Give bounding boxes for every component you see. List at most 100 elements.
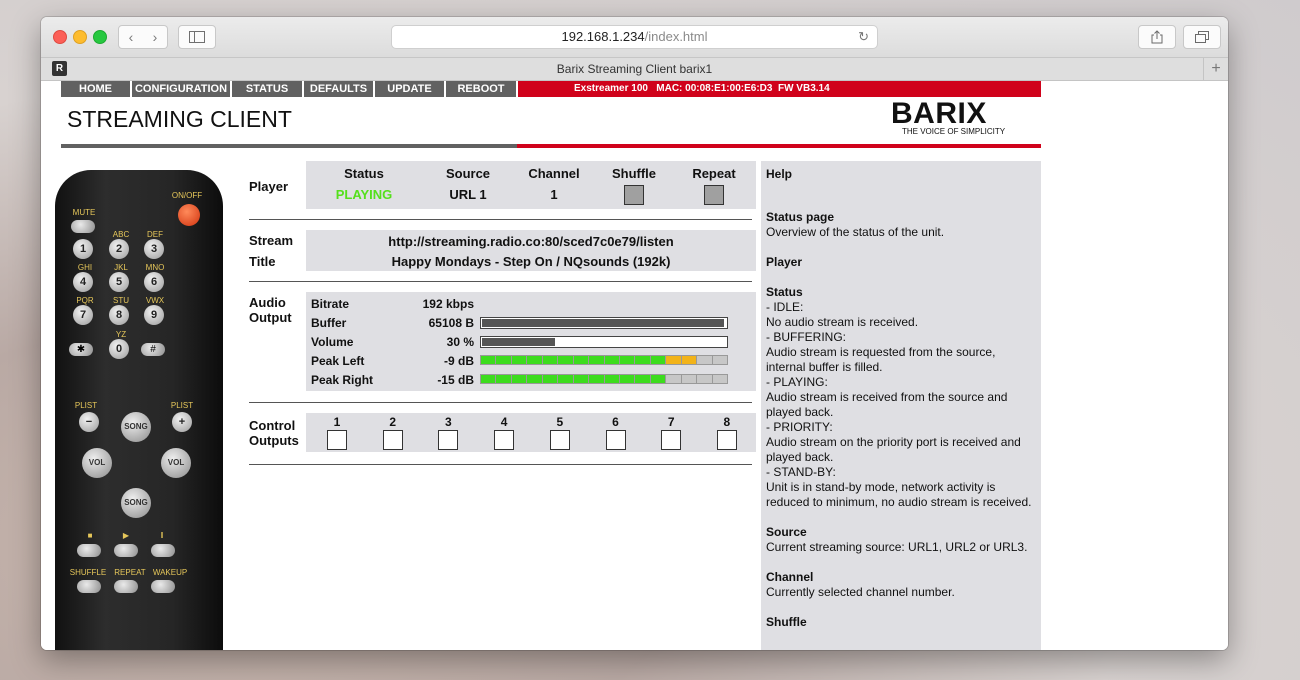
repeat-indicator bbox=[704, 185, 724, 205]
meter-segment bbox=[666, 375, 681, 383]
meter-segment bbox=[697, 375, 712, 383]
audio-label-line1: Audio bbox=[249, 295, 286, 310]
buffer-label: Buffer bbox=[311, 316, 347, 330]
barix-logo: BARIX THE VOICE OF SIMPLICITY bbox=[891, 97, 1021, 137]
volume-label: Volume bbox=[311, 335, 354, 349]
meter-segment bbox=[681, 375, 697, 383]
remote-key-3: 3 bbox=[144, 239, 164, 259]
remote-key-0: 0 bbox=[109, 339, 129, 359]
help-channel-heading: Channel bbox=[766, 570, 814, 584]
volume-bar-fill bbox=[482, 338, 555, 346]
peak-left-label: Peak Left bbox=[311, 354, 365, 368]
forward-button[interactable]: › bbox=[143, 25, 168, 49]
menu-defaults[interactable]: DEFAULTS bbox=[304, 81, 375, 97]
control-output-label-6: 6 bbox=[612, 415, 619, 429]
control-output-checkbox-5[interactable] bbox=[549, 430, 570, 450]
device-info: Exstreamer 100 MAC: 00:08:E1:00:E6:D3 FW… bbox=[518, 81, 1041, 97]
remote-power-button bbox=[178, 204, 200, 226]
player-header-channel: Channel bbox=[528, 166, 580, 181]
player-channel: 1 bbox=[550, 187, 558, 202]
remote-letters-stu: STU bbox=[113, 296, 129, 305]
meter-segment bbox=[619, 375, 635, 383]
meter-segment bbox=[496, 356, 511, 364]
menu-reboot[interactable]: REBOOT bbox=[446, 81, 518, 97]
back-button[interactable]: ‹ bbox=[118, 25, 144, 49]
control-output-label-8: 8 bbox=[723, 415, 731, 429]
peak-left-meter bbox=[480, 355, 728, 365]
stream-url: http://streaming.radio.co:80/sced7c0e79/… bbox=[388, 234, 674, 249]
control-output-checkbox-2[interactable] bbox=[382, 430, 403, 450]
tab-title[interactable]: Barix Streaming Client barix1 bbox=[41, 62, 1228, 76]
control-output-label-5: 5 bbox=[556, 415, 564, 429]
remote-vol-down-button: VOL bbox=[82, 448, 112, 478]
help-line: - PLAYING: bbox=[766, 375, 828, 389]
divider-2 bbox=[249, 281, 752, 282]
help-line: No audio stream is received. bbox=[766, 315, 919, 329]
player-status: PLAYING bbox=[335, 187, 393, 202]
share-button[interactable] bbox=[1138, 25, 1176, 49]
player-header-source: Source bbox=[445, 166, 491, 181]
remote-key-7: 7 bbox=[73, 305, 93, 325]
help-line: Audio stream is received from the source… bbox=[766, 390, 1008, 419]
menu-home[interactable]: HOME bbox=[61, 81, 132, 97]
header-rule-red bbox=[517, 144, 1041, 148]
share-icon bbox=[1151, 30, 1163, 44]
reload-icon[interactable]: ↻ bbox=[858, 26, 869, 48]
meter-segment bbox=[511, 356, 527, 364]
logo-text: BARIX bbox=[891, 97, 987, 130]
player-header-repeat: Repeat bbox=[692, 166, 736, 181]
help-line: - STAND-BY: bbox=[766, 465, 836, 479]
sidebar-toggle-button[interactable] bbox=[178, 25, 216, 49]
control-output-checkbox-6[interactable] bbox=[605, 430, 626, 450]
address-bar[interactable]: 192.168.1.234/index.html ↻ bbox=[391, 25, 878, 49]
volume-value: 30 % bbox=[446, 335, 474, 349]
meter-segment bbox=[558, 356, 573, 364]
audio-label-line2: Output bbox=[249, 310, 292, 325]
stream-label: Stream bbox=[249, 233, 294, 248]
remote-letters-abc: ABC bbox=[112, 230, 130, 239]
show-tabs-button[interactable] bbox=[1183, 25, 1221, 49]
top-menu: HOME CONFIGURATION STATUS DEFAULTS UPDAT… bbox=[61, 81, 1041, 97]
control-output-checkbox-1[interactable] bbox=[327, 430, 347, 450]
player-source: URL 1 bbox=[449, 187, 487, 202]
remote-plus-button: + bbox=[172, 412, 192, 432]
zoom-window-button[interactable] bbox=[93, 30, 107, 44]
remote-song-down-button: SONG bbox=[121, 488, 151, 518]
plus-icon: + bbox=[1211, 60, 1221, 77]
logo-tagline: THE VOICE OF SIMPLICITY bbox=[902, 127, 1006, 136]
control-output-checkbox-7[interactable] bbox=[661, 430, 682, 450]
control-output-checkbox-4[interactable] bbox=[494, 430, 515, 450]
chevron-right-icon: › bbox=[152, 29, 158, 45]
remote-shuffle-label: SHUFFLE bbox=[69, 568, 107, 577]
player-label: Player bbox=[249, 179, 289, 194]
meter-segment bbox=[527, 375, 542, 383]
remote-mute-button bbox=[71, 220, 95, 233]
help-line: - BUFFERING: bbox=[766, 330, 846, 344]
divider-3 bbox=[249, 402, 752, 403]
help-status-page-heading: Status page bbox=[766, 210, 835, 224]
menu-configuration[interactable]: CONFIGURATION bbox=[132, 81, 232, 97]
remote-letters-def: DEF bbox=[147, 230, 163, 239]
new-tab-button[interactable]: + bbox=[1203, 58, 1228, 80]
bitrate-label: Bitrate bbox=[311, 297, 350, 311]
peak-right-meter bbox=[480, 374, 728, 384]
stream-panel: http://streaming.radio.co:80/sced7c0e79/… bbox=[306, 230, 756, 271]
remote-stop-button bbox=[77, 544, 101, 557]
control-output-label-2: 2 bbox=[389, 415, 397, 429]
minimize-window-button[interactable] bbox=[73, 30, 87, 44]
remote-key-8: 8 bbox=[109, 305, 129, 325]
close-window-button[interactable] bbox=[53, 30, 67, 44]
browser-window: ‹ › 192.168.1.234/index.html ↻ R Barix S… bbox=[41, 17, 1228, 650]
sidebar-icon bbox=[189, 31, 205, 43]
control-output-checkbox-3[interactable] bbox=[438, 430, 459, 450]
meter-segment bbox=[650, 356, 666, 364]
control-output-checkbox-8[interactable] bbox=[716, 430, 737, 450]
divider-1 bbox=[249, 219, 752, 220]
remote-letters-ghi: GHI bbox=[77, 263, 93, 272]
menu-update[interactable]: UPDATE bbox=[375, 81, 446, 97]
help-line: Unit is in stand-by mode, network activi… bbox=[766, 480, 1032, 509]
control-label-line2: Outputs bbox=[249, 433, 299, 448]
meter-segment bbox=[697, 356, 712, 364]
help-status-page-text: Overview of the status of the unit. bbox=[766, 225, 945, 239]
menu-status[interactable]: STATUS bbox=[232, 81, 304, 97]
